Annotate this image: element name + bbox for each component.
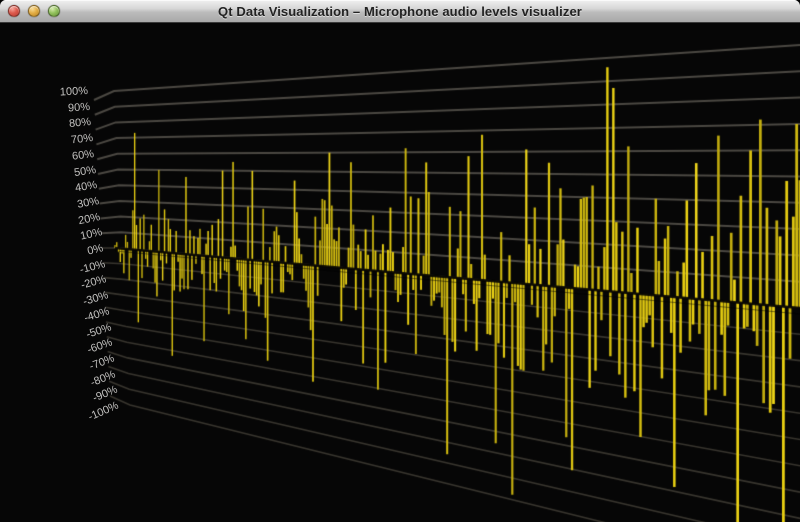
minimize-button[interactable] (28, 5, 40, 17)
bars-canvas[interactable] (0, 23, 800, 522)
visualization-area: 100%90%80%70%60%50%40%30%20%10%0%-10%-20… (0, 23, 800, 522)
close-button[interactable] (8, 5, 20, 17)
zoom-button[interactable] (48, 5, 60, 17)
window-controls (8, 0, 60, 22)
app-window: Qt Data Visualization – Microphone audio… (0, 0, 800, 522)
window-title: Qt Data Visualization – Microphone audio… (218, 4, 582, 19)
window-titlebar[interactable]: Qt Data Visualization – Microphone audio… (0, 0, 800, 23)
